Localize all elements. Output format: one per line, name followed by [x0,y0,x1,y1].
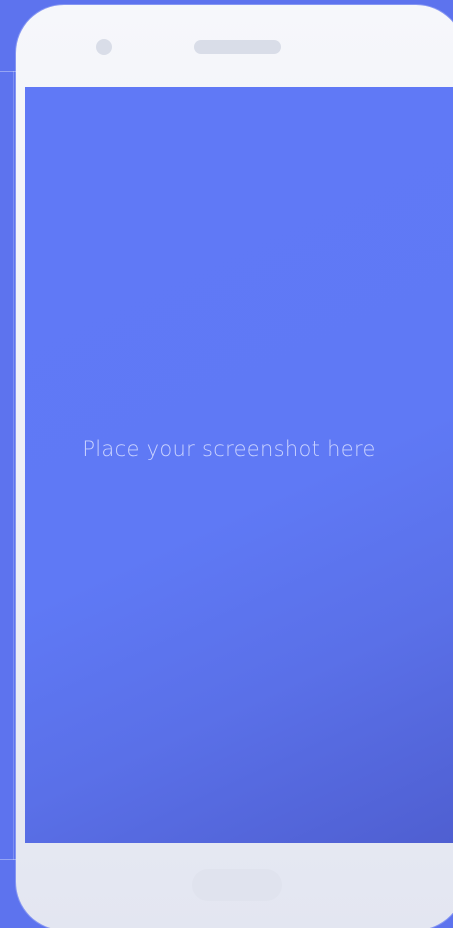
background-guide-line [13,71,14,860]
earpiece-speaker-icon [194,40,281,54]
front-camera-icon [96,39,112,55]
phone-screen[interactable]: Place your screenshot here [25,87,453,843]
home-button-icon[interactable] [192,869,282,901]
phone-frame: Place your screenshot here [16,5,453,928]
screenshot-placeholder-text: Place your screenshot here [82,437,376,461]
mockup-stage: Place your screenshot here [0,0,453,928]
